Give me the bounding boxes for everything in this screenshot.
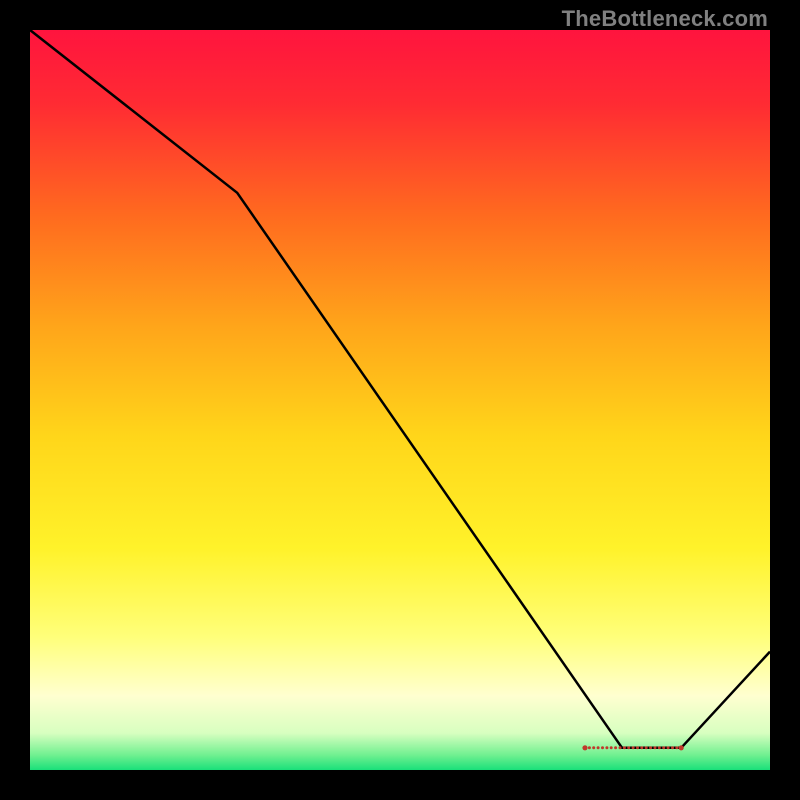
highlight-dot (588, 746, 591, 749)
highlight-dot (662, 746, 665, 749)
highlight-dot (619, 746, 622, 749)
plot-background (30, 30, 770, 770)
highlight-dot (627, 746, 630, 749)
highlight-dot (679, 745, 684, 750)
highlight-dot (654, 746, 657, 749)
highlight-dot (582, 745, 587, 750)
highlight-dot (623, 746, 626, 749)
highlight-dot (592, 746, 595, 749)
bottleneck-chart (30, 30, 770, 770)
highlight-dot (649, 746, 652, 749)
highlight-dot (671, 746, 674, 749)
watermark-text: TheBottleneck.com (562, 6, 768, 32)
highlight-dot (601, 746, 604, 749)
highlight-dot (597, 746, 600, 749)
highlight-dot (632, 746, 635, 749)
highlight-dot (614, 746, 617, 749)
highlight-dot (636, 746, 639, 749)
highlight-dot (605, 746, 608, 749)
highlight-dot (667, 746, 670, 749)
highlight-dot (645, 746, 648, 749)
highlight-dot (610, 746, 613, 749)
highlight-dot (675, 746, 678, 749)
highlight-dot (640, 746, 643, 749)
highlight-dot (658, 746, 661, 749)
